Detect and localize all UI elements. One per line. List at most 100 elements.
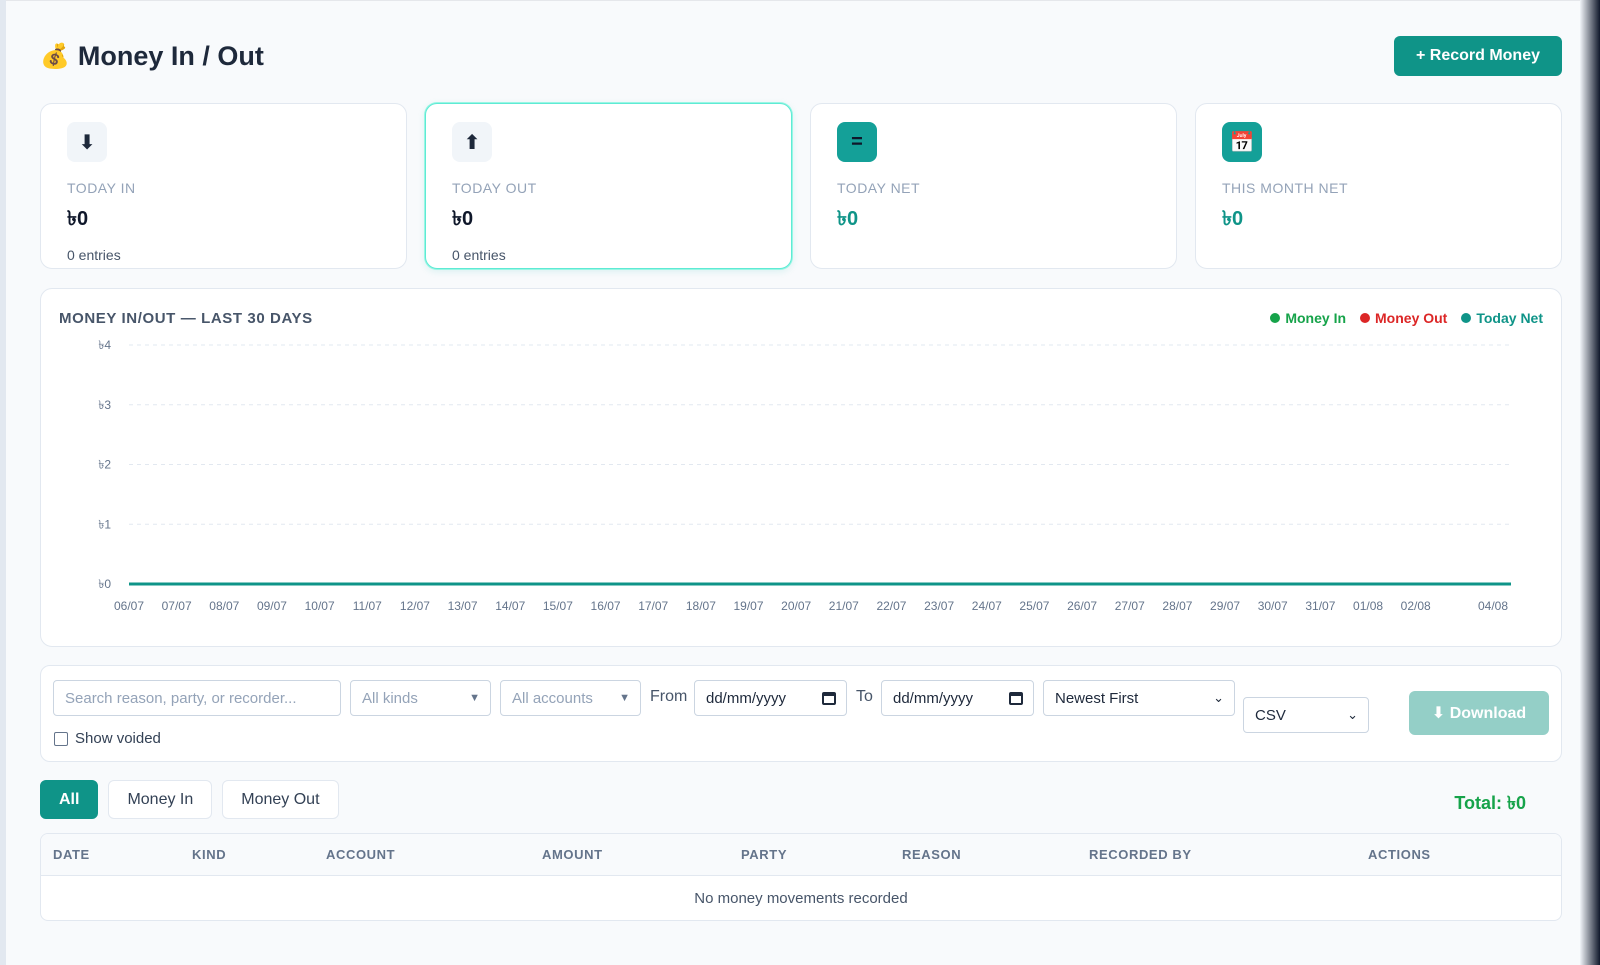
x-tick-label: 14/07 — [495, 599, 525, 613]
x-tick-label: 02/08 — [1401, 599, 1431, 613]
x-tick-label: 17/07 — [638, 599, 668, 613]
x-tick-label: 09/07 — [257, 599, 287, 613]
page-header: 💰 Money In / Out + Record Money — [40, 31, 1562, 81]
total-amount: Total: ৳0 — [1454, 793, 1526, 813]
y-tick-label: ৳0 — [98, 577, 111, 591]
card-label: TODAY NET — [837, 180, 921, 196]
account-select[interactable]: All accounts ▼ — [500, 680, 641, 716]
card-value: ৳0 — [67, 208, 89, 230]
format-select[interactable]: CSV ⌄ — [1243, 697, 1369, 733]
x-tick-label: 11/07 — [353, 599, 382, 613]
tab-money-in[interactable]: Money In — [108, 780, 213, 819]
x-tick-label: 01/08 — [1353, 599, 1383, 613]
column-actions[interactable]: ACTIONS — [1368, 847, 1431, 862]
card-value: ৳0 — [1222, 208, 1244, 230]
from-date-input[interactable]: dd/mm/yyyy — [694, 680, 847, 716]
x-tick-label: 20/07 — [781, 599, 811, 613]
x-tick-label: 21/07 — [829, 599, 859, 613]
card-this-month-net[interactable]: 📅 THIS MONTH NET ৳0 — [1195, 103, 1562, 269]
show-voided-checkbox[interactable]: Show voided — [54, 730, 161, 747]
card-value: ৳0 — [452, 208, 474, 230]
card-today-out[interactable]: ⬆ TODAY OUT ৳0 0 entries — [425, 103, 792, 269]
to-date-value: dd/mm/yyyy — [893, 689, 974, 707]
column-account[interactable]: ACCOUNT — [326, 847, 395, 862]
filter-bar: Search reason, party, or recorder... All… — [40, 665, 1562, 762]
caret-down-icon: ▼ — [469, 692, 480, 704]
empty-state: No money movements recorded — [694, 890, 908, 907]
column-party[interactable]: PARTY — [741, 847, 787, 862]
kind-select-value: All kinds — [362, 689, 418, 707]
arrow-up-icon: ⬆ — [452, 122, 492, 162]
page-title-text: Money In / Out — [77, 40, 264, 71]
page-title: 💰 Money In / Out — [40, 41, 264, 72]
window-right-shade — [1580, 0, 1600, 965]
from-label: From — [650, 688, 688, 705]
equals-icon: = — [837, 122, 877, 162]
x-tick-label: 27/07 — [1115, 599, 1145, 613]
x-tick-label: 25/07 — [1019, 599, 1049, 613]
search-placeholder: Search reason, party, or recorder... — [65, 689, 297, 707]
x-tick-label: 28/07 — [1162, 599, 1192, 613]
arrow-down-icon: ⬇ — [67, 122, 107, 162]
x-tick-label: 13/07 — [448, 599, 478, 613]
caret-down-icon: ▼ — [619, 692, 630, 704]
search-input[interactable]: Search reason, party, or recorder... — [53, 680, 341, 716]
record-money-button[interactable]: + Record Money — [1393, 36, 1562, 76]
card-sub: 0 entries — [67, 247, 121, 263]
column-recorded-by[interactable]: RECORDED BY — [1089, 847, 1192, 862]
sort-select[interactable]: Newest First ⌄ — [1043, 680, 1235, 716]
line-chart: ৳0 ৳1 ৳2 ৳3 ৳4 06/07 07/07 08/07 09/07 10/07 11/07… — [98, 338, 1511, 613]
x-tick-label: 08/07 — [209, 599, 239, 613]
card-today-net[interactable]: = TODAY NET ৳0 — [810, 103, 1177, 269]
format-select-value: CSV — [1255, 706, 1286, 724]
account-select-value: All accounts — [512, 689, 593, 707]
column-kind[interactable]: KIND — [192, 847, 226, 862]
y-tick-label: ৳3 — [98, 398, 111, 412]
checkbox-box[interactable] — [54, 731, 68, 746]
x-tick-label: 26/07 — [1067, 599, 1097, 613]
y-tick-label: ৳1 — [98, 517, 111, 531]
movements-table: DATE KIND ACCOUNT AMOUNT PARTY REASON RE… — [40, 833, 1562, 921]
sort-select-value: Newest First — [1055, 689, 1139, 707]
calendar-icon[interactable] — [822, 691, 836, 705]
x-tick-label: 23/07 — [924, 599, 954, 613]
tab-money-out[interactable]: Money Out — [222, 780, 339, 819]
card-label: TODAY OUT — [452, 180, 537, 196]
table-header: DATE KIND ACCOUNT AMOUNT PARTY REASON RE… — [41, 834, 1561, 876]
x-tick-label: 04/08 — [1478, 599, 1508, 613]
x-tick-label: 19/07 — [734, 599, 764, 613]
card-today-in[interactable]: ⬇ TODAY IN ৳0 0 entries — [40, 103, 407, 269]
x-tick-label: 06/07 — [114, 599, 144, 613]
x-tick-label: 16/07 — [591, 599, 621, 613]
chevron-down-icon: ⌄ — [1213, 690, 1224, 705]
show-voided-label: Show voided — [75, 730, 161, 747]
column-date[interactable]: DATE — [53, 847, 90, 862]
chevron-down-icon: ⌄ — [1347, 707, 1358, 722]
kind-select[interactable]: All kinds ▼ — [350, 680, 491, 716]
x-tick-label: 10/07 — [305, 599, 335, 613]
calendar-icon[interactable] — [1009, 691, 1023, 705]
tab-all[interactable]: All — [40, 780, 99, 819]
to-label: To — [856, 688, 873, 705]
card-label: THIS MONTH NET — [1222, 180, 1348, 196]
column-amount[interactable]: AMOUNT — [542, 847, 603, 862]
chart-card: MONEY IN/OUT — LAST 30 DAYS Money In Mon… — [40, 288, 1562, 647]
x-tick-label: 18/07 — [686, 599, 716, 613]
x-tick-label: 30/07 — [1258, 599, 1288, 613]
x-tick-label: 15/07 — [543, 599, 573, 613]
x-tick-label: 31/07 — [1305, 599, 1335, 613]
column-reason[interactable]: REASON — [902, 847, 961, 862]
to-date-input[interactable]: dd/mm/yyyy — [881, 680, 1034, 716]
download-button[interactable]: ⬇ Download — [1409, 691, 1549, 735]
x-tick-label: 12/07 — [400, 599, 430, 613]
page: 💰 Money In / Out + Record Money ⬇ TODAY … — [6, 0, 1580, 965]
calendar-icon: 📅 — [1222, 122, 1262, 162]
y-tick-label: ৳4 — [98, 338, 111, 352]
card-value: ৳0 — [837, 208, 859, 230]
summary-cards: ⬇ TODAY IN ৳0 0 entries ⬆ TODAY OUT ৳0 0… — [40, 103, 1562, 269]
x-tick-label: 07/07 — [162, 599, 192, 613]
card-label: TODAY IN — [67, 180, 136, 196]
y-tick-label: ৳2 — [98, 458, 111, 472]
x-tick-label: 24/07 — [972, 599, 1002, 613]
kind-tabs: All Money In Money Out — [40, 780, 339, 819]
